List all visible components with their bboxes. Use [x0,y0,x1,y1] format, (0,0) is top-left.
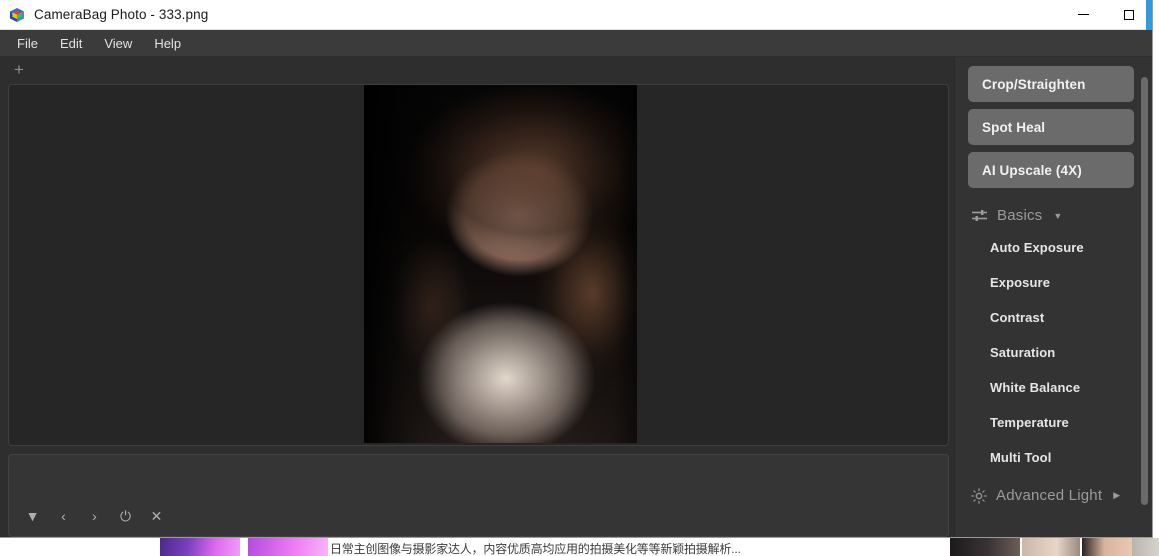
menu-item-edit[interactable]: Edit [49,32,93,55]
section-header-basics[interactable]: Basics ▼ [968,207,1134,224]
background-thumbnail [1082,538,1132,556]
window-controls [1060,0,1152,29]
accent-edge [1146,0,1152,30]
background-caption: 日常主创图像与摄影家达人，内容优质高均应用的拍摄美化等等新颖拍摄解析... [330,543,741,556]
spot-heal-button[interactable]: Spot Heal [968,109,1134,145]
sliders-icon [972,210,987,221]
bottom-toolbar: ▼ ‹ › ⏻ ✕ [9,506,948,536]
tab-bar: + [0,57,954,84]
window-body: + ▼ ‹ › ⏻ ✕ Crop/Straighten Spot Heal AI… [0,57,1152,537]
background-thumbnail [248,538,328,556]
menu-bar: File Edit View Help [0,30,1152,57]
previous-icon[interactable]: ‹ [56,509,71,524]
menu-item-view[interactable]: View [93,32,143,55]
power-icon[interactable]: ⏻ [118,509,133,524]
prism-cube-icon [10,7,24,22]
image-canvas[interactable] [8,84,949,446]
minimize-icon [1077,14,1089,15]
maximize-icon [1124,9,1134,20]
photo-vignette [364,85,637,443]
crop-straighten-button[interactable]: Crop/Straighten [968,66,1134,102]
adjustment-saturation[interactable]: Saturation [968,335,1134,370]
section-header-advanced-light[interactable]: Advanced Light ▶ [968,487,1134,504]
adjustment-exposure[interactable]: Exposure [968,265,1134,300]
background-thumbnail [1022,538,1080,556]
adjustment-white-balance[interactable]: White Balance [968,370,1134,405]
menu-item-help[interactable]: Help [143,32,192,55]
section-label-basics: Basics [997,207,1043,224]
ai-upscale-button[interactable]: AI Upscale (4X) [968,152,1134,188]
portrait-photo [364,85,637,443]
panel-scrollbar[interactable] [1141,63,1148,537]
adjustment-contrast[interactable]: Contrast [968,300,1134,335]
title-bar: CameraBag Photo - 333.png [0,0,1152,30]
background-thumbnail-strip: 日常主创图像与摄影家达人，内容优质高均应用的拍摄美化等等新颖拍摄解析... [0,538,1159,556]
window-title: CameraBag Photo - 333.png [34,7,209,22]
dropdown-triangle-icon[interactable]: ▼ [25,509,40,524]
adjustment-auto-exposure[interactable]: Auto Exposure [968,230,1134,265]
editor-column: + ▼ ‹ › ⏻ ✕ [0,57,954,537]
add-tab-button[interactable]: + [10,61,28,80]
close-icon[interactable]: ✕ [149,509,164,524]
panel-scrollbar-thumb[interactable] [1141,77,1148,505]
adjustment-temperature[interactable]: Temperature [968,405,1134,440]
adjustments-panel: Crop/Straighten Spot Heal AI Upscale (4X… [954,57,1152,537]
adjustments-panel-content: Crop/Straighten Spot Heal AI Upscale (4X… [955,57,1152,537]
sun-icon [971,487,987,504]
background-thumbnail [1132,538,1159,556]
section-label-advanced-light: Advanced Light [996,487,1103,504]
background-thumbnail [950,538,1020,556]
background-thumbnail [160,538,240,556]
menu-item-file[interactable]: File [6,32,49,55]
presets-panel: ▼ ‹ › ⏻ ✕ [8,454,949,537]
chevron-right-icon: ▶ [1113,490,1121,500]
adjustment-multi-tool[interactable]: Multi Tool [968,440,1134,475]
application-window: CameraBag Photo - 333.png File Edit View… [0,0,1153,538]
next-icon[interactable]: › [87,509,102,524]
chevron-down-icon: ▼ [1053,210,1063,221]
minimize-button[interactable] [1060,0,1106,29]
